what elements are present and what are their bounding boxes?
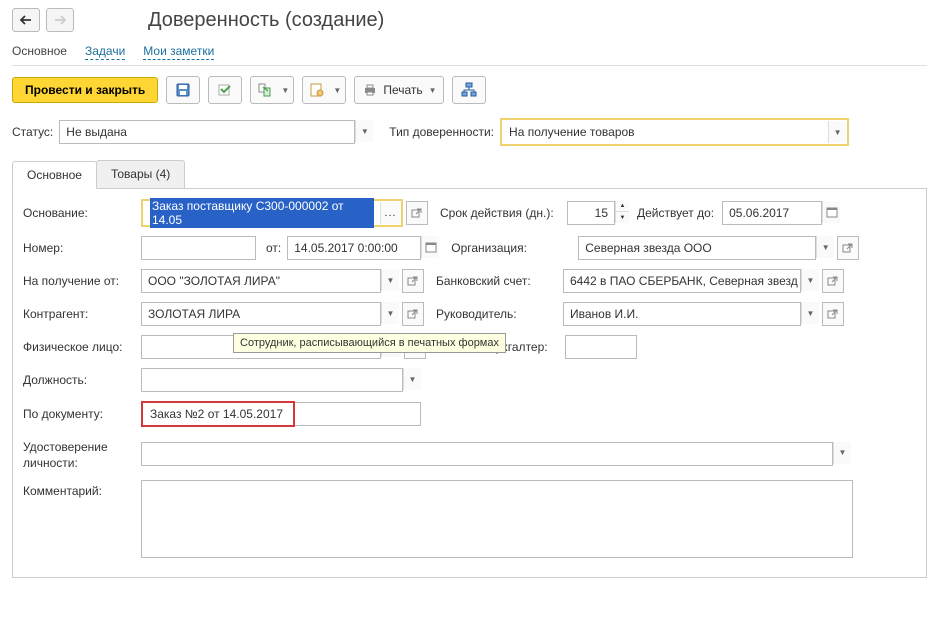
org-input[interactable]: Северная звезда ООО	[578, 236, 816, 260]
manager-dd[interactable]: ▼	[801, 302, 819, 324]
open-icon	[407, 308, 419, 320]
page-title: Доверенность (создание)	[148, 9, 384, 32]
calendar-button[interactable]	[822, 201, 840, 223]
valid-until-label: Действует до:	[637, 206, 714, 220]
open-icon	[827, 308, 839, 320]
print-label: Печать	[383, 83, 422, 97]
position-dd[interactable]: ▼	[403, 368, 421, 390]
chevron-down-icon: ▼	[333, 86, 341, 95]
save-close-button[interactable]: Провести и закрыть	[12, 77, 158, 103]
manager-open[interactable]	[822, 302, 844, 326]
tab-main[interactable]: Основное	[12, 161, 97, 189]
chevron-down-icon: ▼	[429, 86, 437, 95]
type-input[interactable]: На получение товаров	[503, 121, 828, 143]
number-input[interactable]	[141, 236, 256, 260]
calendar-icon	[826, 206, 838, 218]
spin-down[interactable]: ▼	[616, 212, 629, 223]
type-label: Тип доверенности:	[389, 125, 494, 139]
comment-label: Комментарий:	[23, 480, 141, 498]
nav-tab-main[interactable]: Основное	[12, 44, 67, 60]
identity-input[interactable]	[141, 442, 833, 466]
position-label: Должность:	[23, 373, 141, 387]
identity-label: Удостоверение личности:	[23, 436, 141, 471]
number-label: Номер:	[23, 241, 141, 255]
date-input[interactable]: 14.05.2017 0:00:00	[287, 236, 421, 260]
status-dropdown[interactable]: ▼	[355, 120, 373, 142]
bank-input[interactable]: 6442 в ПАО СБЕРБАНК, Северная звезд	[563, 269, 801, 293]
basis-label: Основание:	[23, 206, 141, 220]
identity-dd[interactable]: ▼	[833, 442, 851, 464]
printer-icon	[363, 83, 377, 97]
counterparty-input[interactable]: ЗОЛОТАЯ ЛИРА	[141, 302, 381, 326]
received-from-label: На получение от:	[23, 274, 141, 288]
spin-up[interactable]: ▲	[616, 201, 629, 212]
open-icon	[407, 275, 419, 287]
nav-tab-notes[interactable]: Мои заметки	[143, 44, 214, 60]
counterparty-dd[interactable]: ▼	[381, 302, 399, 324]
org-open[interactable]	[837, 236, 859, 260]
nav-tab-tasks[interactable]: Задачи	[85, 44, 125, 60]
doc-input-rest[interactable]	[295, 402, 421, 426]
org-dd[interactable]: ▼	[816, 236, 834, 258]
ot-label: от:	[266, 241, 281, 255]
open-icon	[827, 275, 839, 287]
print-button[interactable]: Печать ▼	[354, 76, 443, 104]
counterparty-label: Контрагент:	[23, 307, 141, 321]
comment-textarea[interactable]	[141, 480, 853, 558]
bank-dd[interactable]: ▼	[801, 269, 819, 291]
position-input[interactable]	[141, 368, 403, 392]
structure-button[interactable]	[452, 76, 486, 104]
report-button[interactable]: ▼	[302, 76, 346, 104]
tooltip: Сотрудник, расписывающийся в печатных фо…	[233, 333, 506, 353]
status-input[interactable]: Не выдана	[59, 120, 355, 144]
post-button[interactable]	[208, 76, 242, 104]
basis-ellipsis[interactable]: ...	[380, 202, 400, 224]
doc-input-highlighted[interactable]: Заказ №2 от 14.05.2017	[144, 404, 292, 424]
received-from-open[interactable]	[402, 269, 424, 293]
bank-label: Банковский счет:	[436, 274, 563, 288]
manager-label: Руководитель:	[436, 307, 563, 321]
valid-until-input[interactable]: 05.06.2017	[722, 201, 822, 225]
back-button[interactable]	[12, 8, 40, 32]
open-icon	[842, 242, 854, 254]
org-label: Организация:	[451, 241, 578, 255]
forward-button[interactable]	[46, 8, 74, 32]
type-dropdown[interactable]: ▼	[828, 121, 846, 143]
duration-label: Срок действия (дн.):	[440, 206, 567, 220]
manager-input[interactable]: Иванов И.И.	[563, 302, 801, 326]
bank-open[interactable]	[822, 269, 844, 293]
chevron-down-icon: ▼	[281, 86, 289, 95]
date-calendar[interactable]	[421, 236, 439, 258]
duration-input[interactable]: 15	[567, 201, 615, 225]
status-label: Статус:	[12, 125, 53, 139]
received-from-input[interactable]: ООО "ЗОЛОТАЯ ЛИРА"	[141, 269, 381, 293]
calendar-icon	[425, 241, 437, 253]
save-button[interactable]	[166, 76, 200, 104]
create-based-button[interactable]: ▼	[250, 76, 294, 104]
open-icon	[411, 207, 423, 219]
accountant-input[interactable]	[565, 335, 637, 359]
doc-label: По документу:	[23, 407, 141, 421]
basis-input[interactable]: Заказ поставщику С300-000002 от 14.05	[144, 202, 380, 224]
received-from-dd[interactable]: ▼	[381, 269, 399, 291]
tab-goods[interactable]: Товары (4)	[96, 160, 185, 188]
person-label: Физическое лицо:	[23, 340, 141, 354]
counterparty-open[interactable]	[402, 302, 424, 326]
basis-open[interactable]	[406, 201, 428, 225]
